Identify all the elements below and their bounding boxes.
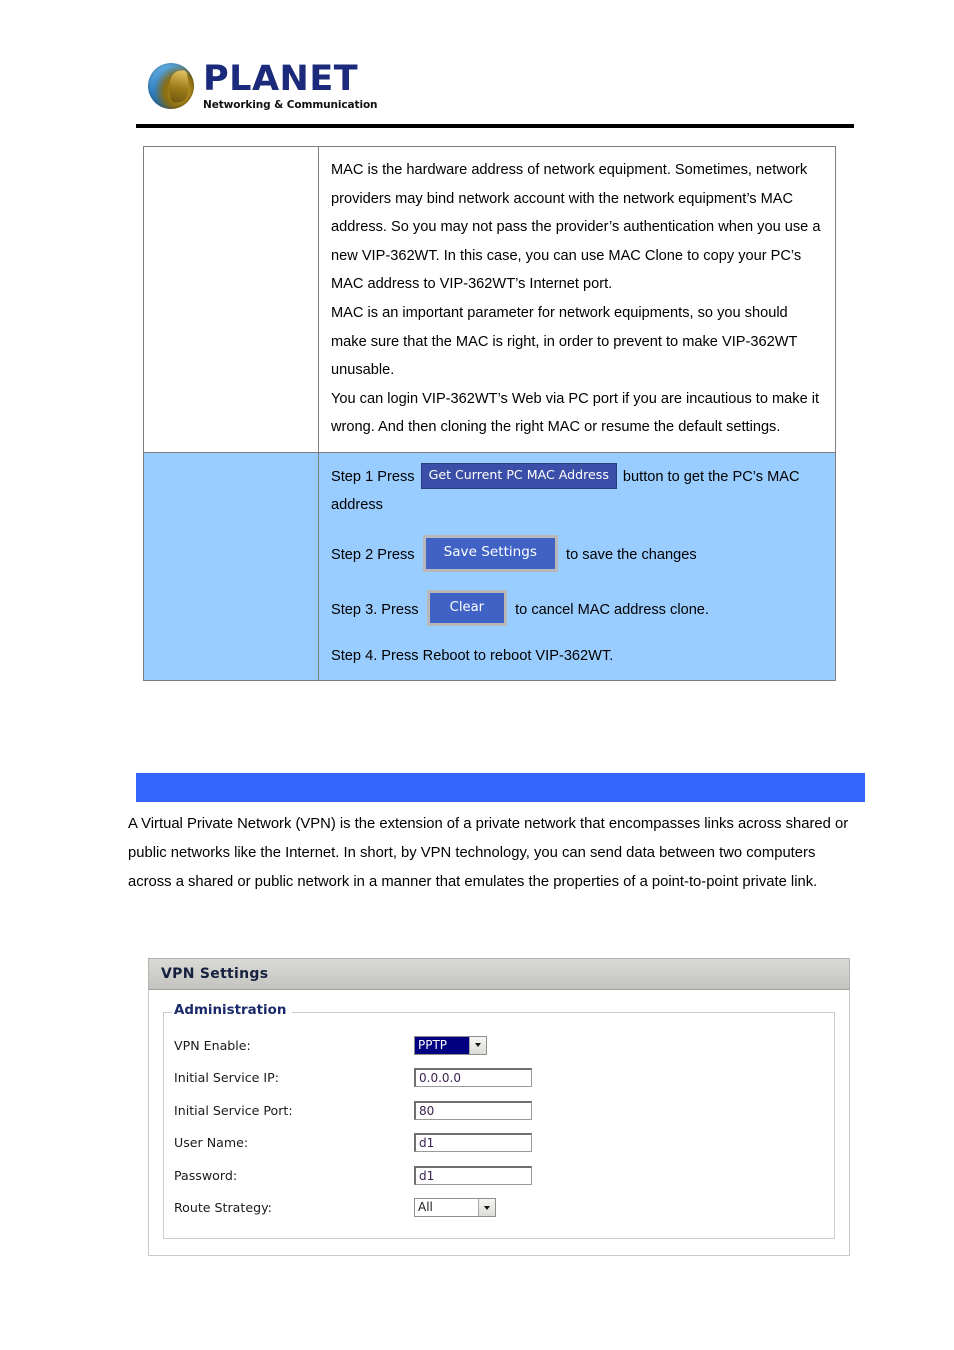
section-heading-label [136,773,865,781]
logo-tagline: Networking & Communication [203,99,378,111]
step-2-line: Step 2 Press Save Settings to save the cha… [331,534,821,574]
mac-clone-table: MAC is the hardware address of network e… [143,146,836,681]
vpn-enable-label: VPN Enable: [174,1037,251,1053]
initial-service-port-control: 80 [414,1100,532,1120]
password-label: Password: [174,1167,238,1183]
initial-service-port-input[interactable]: 80 [414,1100,532,1120]
user-name-control: d1 [414,1133,532,1153]
form-row-password: Password: d1 [174,1159,824,1192]
initial-service-ip-label: Initial Service IP: [174,1070,279,1086]
administration-form: VPN Enable: PPTP Initial Service IP: 0.0… [174,1029,824,1224]
step-1-line: Step 1 Press Get Current PC MAC Address bu… [331,463,821,519]
section-heading-banner [136,773,865,802]
route-strategy-select[interactable]: All [414,1198,496,1218]
get-current-pc-mac-address-button[interactable]: Get Current PC MAC Address [420,463,617,489]
form-row-route-strategy: Route Strategy: All [174,1192,824,1225]
vpn-settings-screenshot: VPN Settings Administration VPN Enable: … [148,958,850,1256]
vpn-enable-control: PPTP [414,1035,487,1055]
route-strategy-label: Route Strategy: [174,1200,272,1216]
chevron-down-icon[interactable] [469,1036,486,1054]
globe-icon [148,63,194,110]
vpn-enable-value: PPTP [415,1036,469,1054]
initial-service-ip-control: 0.0.0.0 [414,1068,532,1088]
logo-text-block: PLANET Networking & Communication [203,59,378,111]
form-row-initial-service-port: Initial Service Port: 80 [174,1094,824,1127]
form-row-initial-service-ip: Initial Service IP: 0.0.0.0 [174,1062,824,1095]
user-name-label: User Name: [174,1135,249,1151]
step-4-line: Step 4. Press Reboot to reboot VIP-362WT… [331,647,614,664]
vpn-intro-paragraph: A Virtual Private Network (VPN) is the e… [128,810,852,897]
description-paragraph-3: You can login VIP-362WT’s Web via PC por… [331,390,820,436]
initial-service-ip-input[interactable]: 0.0.0.0 [414,1068,532,1088]
vpn-settings-titlebar: VPN Settings [148,958,850,990]
route-strategy-control: All [414,1198,496,1218]
description-text: MAC is the hardware address of network e… [319,147,835,452]
planet-logo: PLANET Networking & Communication [148,59,378,111]
save-settings-button[interactable]: Save Settings [422,534,559,572]
step-3-line: Step 3. Press Clear to cancel MAC address … [331,589,821,628]
vpn-settings-title: VPN Settings [161,966,269,982]
steps-text: Step 1 Press Get Current PC MAC Address bu… [319,453,835,680]
step-2-suffix: to save the changes [566,547,697,564]
route-strategy-value: All [415,1199,478,1217]
description-body-cell: MAC is the hardware address of network e… [318,146,836,453]
description-paragraph-2: MAC is an important parameter for networ… [331,304,798,379]
steps-label-cell [143,451,319,681]
vpn-intro-text: A Virtual Private Network (VPN) is the e… [128,816,849,890]
initial-service-port-label: Initial Service Port: [174,1102,293,1118]
description-label-cell [143,146,319,453]
page-header: PLANET Networking & Communication [0,0,954,135]
step-3-suffix: to cancel MAC address clone. [515,601,709,618]
step-1-prefix: Step 1 Press [331,468,415,485]
description-paragraph-1: MAC is the hardware address of network e… [331,162,821,293]
step-3-prefix: Step 3. Press [331,601,419,618]
clear-button[interactable]: Clear [426,589,508,626]
password-input[interactable]: d1 [414,1165,532,1185]
administration-fieldset: Administration VPN Enable: PPTP Initial … [163,1003,835,1239]
steps-body-cell: Step 1 Press Get Current PC MAC Address bu… [318,451,836,681]
table-row: Step 1 Press Get Current PC MAC Address bu… [143,451,836,681]
vpn-settings-body: Administration VPN Enable: PPTP Initial … [148,990,850,1256]
step-2-prefix: Step 2 Press [331,547,415,564]
logo-wordmark: PLANET [203,59,359,99]
form-row-user-name: User Name: d1 [174,1127,824,1160]
table-row: MAC is the hardware address of network e… [143,146,836,453]
user-name-input[interactable]: d1 [414,1133,532,1153]
vpn-enable-select[interactable]: PPTP [414,1035,487,1055]
administration-legend: Administration [172,1003,293,1018]
password-control: d1 [414,1165,532,1185]
form-row-vpn-enable: VPN Enable: PPTP [174,1029,824,1062]
header-divider [136,124,854,128]
chevron-down-icon[interactable] [478,1199,495,1217]
